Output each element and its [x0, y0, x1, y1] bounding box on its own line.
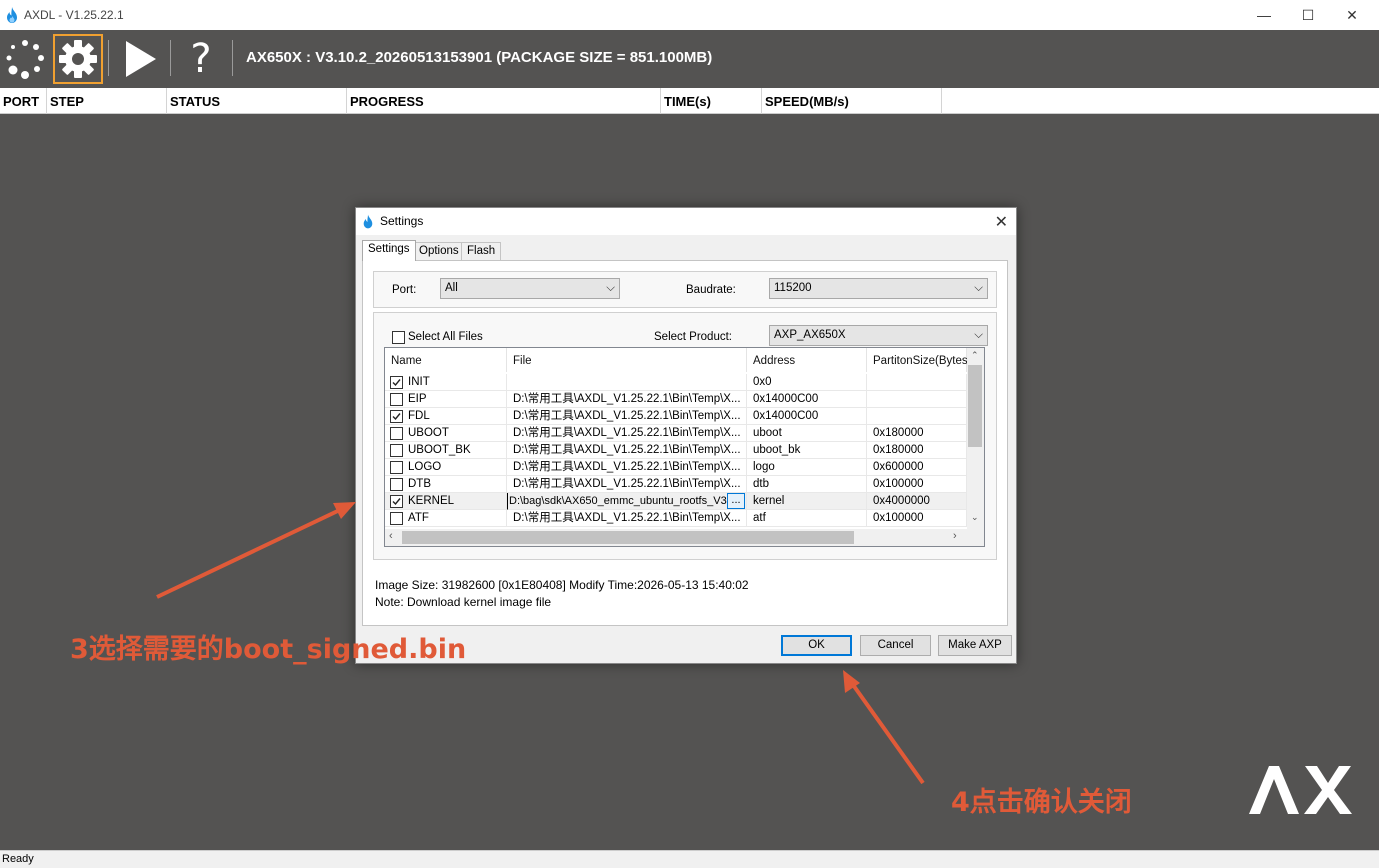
annotation-arrows	[156, 502, 925, 785]
tab-settings[interactable]: Settings	[362, 240, 416, 261]
arrow-to-kernel-file	[156, 502, 356, 599]
annotation-step3: 3选择需要的boot_signed.bin	[70, 634, 467, 665]
annotation-step4: 4点击确认关闭	[951, 787, 1132, 818]
arrow-to-ok-button	[843, 670, 925, 785]
